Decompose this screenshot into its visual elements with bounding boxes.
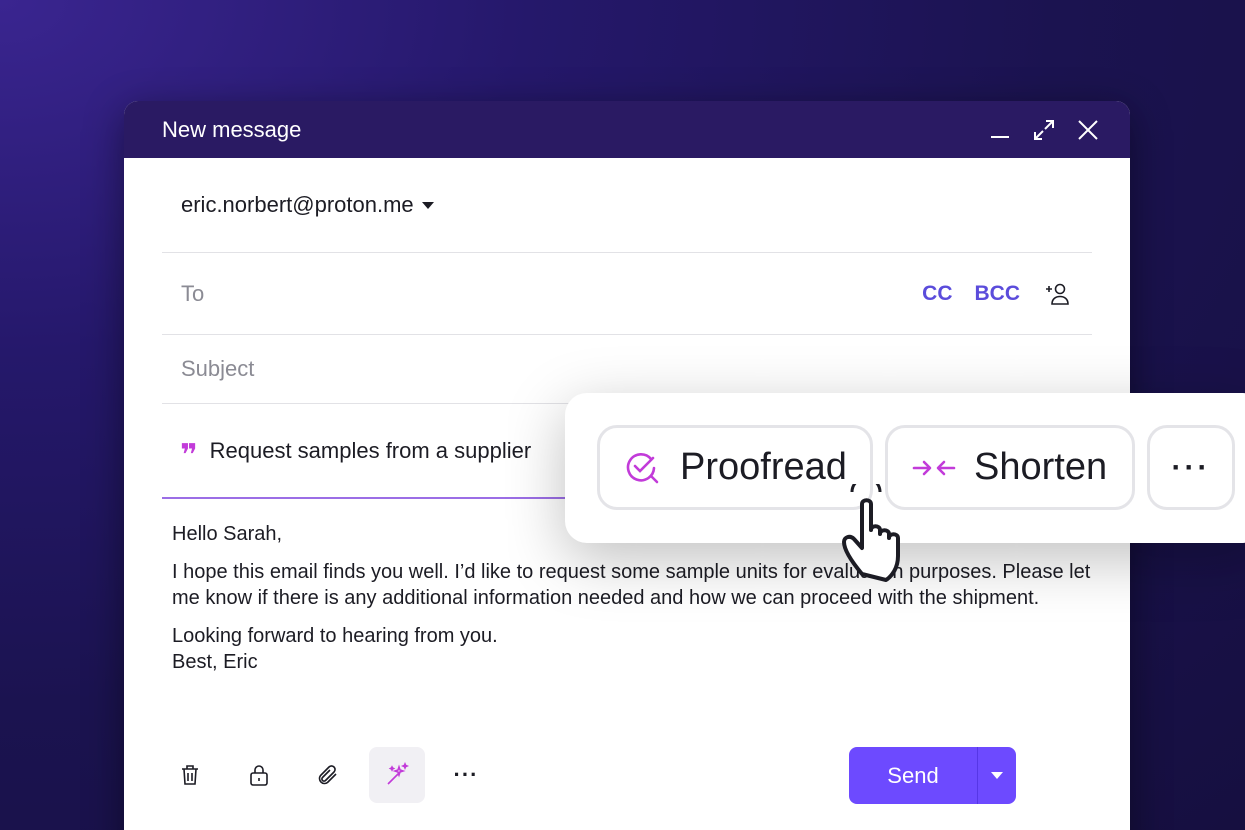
cc-button[interactable]: CC: [922, 282, 952, 306]
body-signature: Best, Eric: [172, 651, 258, 673]
maximize-icon: [1034, 119, 1054, 140]
bcc-button[interactable]: BCC: [975, 282, 1021, 306]
body-closing: Looking forward to hearing from you.: [172, 625, 498, 647]
proofread-label: Proofread: [680, 446, 847, 488]
attach-button[interactable]: [300, 747, 356, 803]
send-button-group: Send: [849, 747, 1016, 804]
maximize-button[interactable]: [1022, 108, 1066, 152]
to-placeholder: To: [181, 280, 205, 306]
shorten-icon: [912, 456, 956, 480]
send-button[interactable]: Send: [849, 747, 978, 804]
add-contact-icon: [1046, 283, 1069, 305]
chevron-down-icon: [421, 201, 434, 209]
more-ai-actions-button[interactable]: ···: [1147, 425, 1235, 510]
send-options-button[interactable]: [978, 747, 1016, 804]
shorten-label: Shorten: [974, 446, 1108, 488]
message-body[interactable]: Hello Sarah, I hope this email finds you…: [172, 521, 1092, 687]
magic-wand-icon: [387, 762, 410, 785]
trash-icon: [182, 765, 198, 785]
chevron-down-icon: [991, 772, 1003, 779]
to-field[interactable]: To CC BCC: [162, 253, 1092, 335]
close-icon: [1078, 119, 1098, 140]
more-icon: ···: [1171, 450, 1211, 484]
title-bar: New message: [124, 101, 1130, 158]
ai-prompt-text: Request samples from a supplier: [209, 437, 532, 463]
more-icon: ···: [453, 762, 479, 787]
paperclip-icon: [318, 765, 337, 785]
body-paragraph: I hope this email finds you well. I’d li…: [172, 561, 1091, 609]
from-selector[interactable]: eric.norbert@proton.me: [162, 158, 1092, 253]
from-address: eric.norbert@proton.me: [181, 192, 414, 217]
more-options-button[interactable]: ···: [438, 747, 494, 803]
window-title: New message: [162, 116, 302, 142]
subject-placeholder: Subject: [181, 356, 255, 381]
add-contact-button[interactable]: [1042, 278, 1074, 310]
minimize-icon: [991, 135, 1009, 138]
quote-icon: ❞: [180, 438, 198, 472]
minimize-button[interactable]: [978, 108, 1022, 152]
encrypt-button[interactable]: [231, 747, 287, 803]
close-button[interactable]: [1066, 108, 1110, 152]
proofread-icon: [624, 449, 662, 487]
delete-button[interactable]: [162, 747, 218, 803]
lock-icon: [250, 765, 268, 786]
ai-assistant-button[interactable]: [369, 747, 425, 803]
hand-pointer-icon: [832, 476, 932, 589]
